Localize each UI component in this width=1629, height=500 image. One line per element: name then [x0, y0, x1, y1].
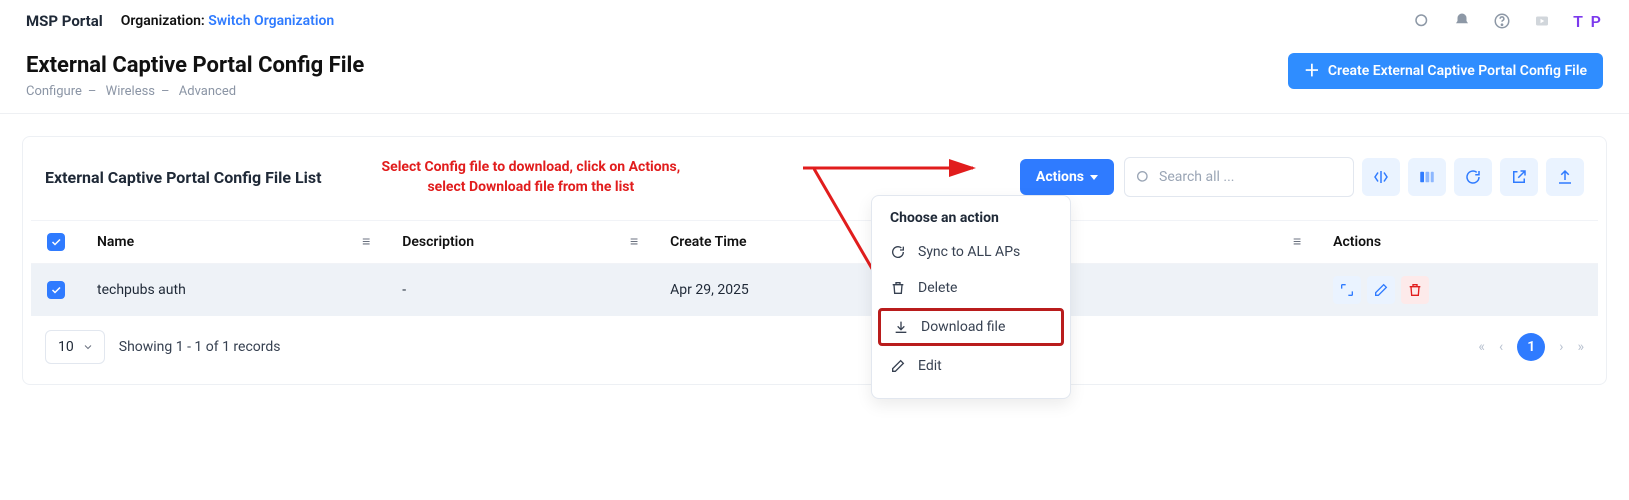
row-delete-button[interactable]	[1401, 276, 1429, 304]
app-brand[interactable]: MSP Portal	[26, 12, 103, 30]
chevron-down-icon	[1090, 175, 1098, 180]
dropdown-item-edit[interactable]: Edit	[872, 348, 1070, 384]
sync-icon	[890, 244, 906, 260]
select-all-checkbox[interactable]	[47, 233, 65, 251]
column-actions: Actions	[1317, 220, 1598, 263]
list-card: External Captive Portal Config File List…	[22, 136, 1607, 385]
records-text: Showing 1 - 1 of 1 records	[119, 339, 281, 355]
column-create-time[interactable]: Create Time	[654, 220, 897, 263]
page-size-select[interactable]: 10	[45, 330, 105, 364]
list-title: External Captive Portal Config File List	[45, 168, 322, 187]
plus-icon: ＋	[1304, 63, 1320, 79]
current-page[interactable]: 1	[1517, 333, 1545, 361]
row-checkbox[interactable]	[47, 281, 65, 299]
open-external-button[interactable]	[1500, 158, 1538, 196]
refresh-button[interactable]	[1454, 158, 1492, 196]
breadcrumb-item[interactable]: Advanced	[179, 84, 236, 99]
dropdown-title: Choose an action	[872, 210, 1070, 234]
config-table: Name ≡ Description ≡ Create Time ≡ Actio…	[31, 220, 1598, 316]
column-name-drag-icon[interactable]: ≡	[346, 220, 386, 263]
chevron-down-icon	[82, 341, 94, 353]
row-expand-button[interactable]	[1333, 276, 1361, 304]
breadcrumb-item[interactable]: Wireless	[106, 84, 155, 99]
actions-dropdown: Choose an action Sync to ALL APs Delete …	[871, 195, 1071, 399]
cell-name: techpubs auth	[81, 263, 346, 316]
card-header: External Captive Portal Config File List…	[31, 157, 1598, 212]
pagination-bar: 10 Showing 1 - 1 of 1 records « ‹ 1 › »	[31, 316, 1598, 364]
search-global-icon[interactable]	[1413, 12, 1431, 30]
dropdown-item-download[interactable]: Download file	[878, 308, 1064, 346]
table-row[interactable]: techpubs auth - Apr 29, 2025	[31, 263, 1598, 316]
pencil-icon	[890, 358, 906, 374]
dropdown-item-delete[interactable]: Delete	[872, 270, 1070, 306]
help-icon[interactable]	[1493, 12, 1511, 30]
next-page-button[interactable]: ›	[1559, 339, 1563, 355]
top-bar: MSP Portal Organization: Switch Organiza…	[0, 0, 1629, 51]
row-edit-button[interactable]	[1367, 276, 1395, 304]
column-create-time-drag-icon[interactable]: ≡	[1277, 220, 1317, 263]
create-config-file-button[interactable]: ＋ Create External Captive Portal Config …	[1288, 53, 1603, 89]
actions-button[interactable]: Actions	[1020, 159, 1114, 195]
dropdown-item-sync[interactable]: Sync to ALL APs	[872, 234, 1070, 270]
organization-label: Organization:	[121, 13, 205, 29]
search-wrapper[interactable]	[1124, 157, 1354, 197]
top-bar-right: T P	[1413, 10, 1603, 32]
page-title: External Captive Portal Config File	[26, 53, 364, 78]
search-icon	[1135, 169, 1151, 185]
user-avatar[interactable]: T P	[1573, 10, 1603, 32]
breadcrumb-item[interactable]: Configure	[26, 84, 82, 99]
switch-organization-link[interactable]: Switch Organization	[208, 13, 334, 29]
top-bar-left: MSP Portal Organization: Switch Organiza…	[26, 12, 334, 30]
breadcrumb: Configure– Wireless– Advanced	[26, 84, 364, 99]
org-block: Organization: Switch Organization	[121, 13, 334, 29]
expand-icon[interactable]	[1533, 12, 1551, 30]
actions-button-label: Actions	[1036, 169, 1084, 185]
column-name[interactable]: Name	[81, 220, 346, 263]
page-size-block: 10 Showing 1 - 1 of 1 records	[45, 330, 281, 364]
download-icon	[893, 319, 909, 335]
page-nav: « ‹ 1 › »	[1478, 333, 1584, 361]
create-button-label: Create External Captive Portal Config Fi…	[1328, 63, 1587, 79]
first-page-button[interactable]: «	[1478, 339, 1485, 355]
notifications-icon[interactable]	[1453, 12, 1471, 30]
column-description[interactable]: Description	[386, 220, 614, 263]
prev-page-button[interactable]: ‹	[1499, 339, 1503, 355]
cell-create-time: Apr 29, 2025	[654, 263, 897, 316]
upload-button[interactable]	[1546, 158, 1584, 196]
column-description-drag-icon[interactable]: ≡	[614, 220, 654, 263]
cell-description: -	[386, 263, 614, 316]
instruction-annotation: Select Config file to download, click on…	[382, 157, 681, 198]
page-header: External Captive Portal Config File Conf…	[0, 51, 1629, 114]
columns-button[interactable]	[1408, 158, 1446, 196]
search-input[interactable]	[1159, 169, 1343, 185]
last-page-button[interactable]: »	[1577, 339, 1584, 355]
trash-icon	[890, 280, 906, 296]
fit-columns-button[interactable]	[1362, 158, 1400, 196]
